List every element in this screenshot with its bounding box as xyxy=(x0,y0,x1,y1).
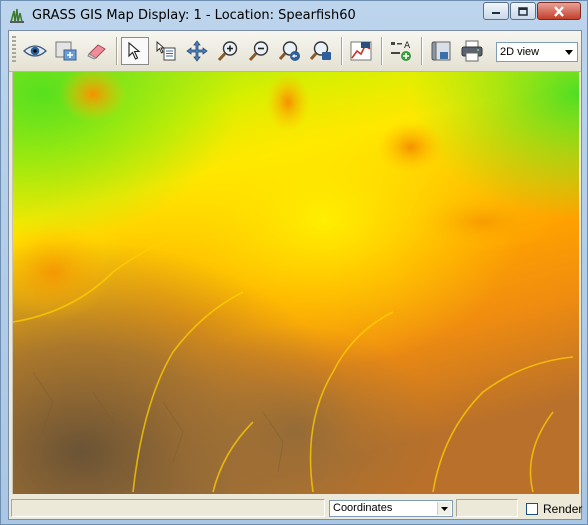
render-map-button[interactable] xyxy=(52,37,80,65)
close-button[interactable] xyxy=(537,2,581,20)
zoom-back-button[interactable] xyxy=(276,37,304,65)
zoom-menu-icon xyxy=(310,41,331,61)
elevation-raster xyxy=(13,72,579,494)
erase-button[interactable] xyxy=(83,37,111,65)
eye-icon xyxy=(23,45,47,57)
status-mode-value: Coordinates xyxy=(333,502,393,514)
query-icon xyxy=(156,41,176,61)
pan-button[interactable] xyxy=(183,37,211,65)
zoom-in-button[interactable] xyxy=(214,37,242,65)
window-title: GRASS GIS Map Display: 1 - Location: Spe… xyxy=(32,8,356,23)
pointer-button[interactable] xyxy=(121,37,149,65)
minimize-button[interactable] xyxy=(483,2,509,20)
print-icon xyxy=(461,40,483,62)
status-mode-select[interactable]: Coordinates xyxy=(329,500,453,517)
zoom-out-icon xyxy=(248,41,269,62)
zoom-in-icon xyxy=(217,41,238,62)
render-map-icon xyxy=(55,41,77,61)
pan-icon xyxy=(186,40,208,62)
print-button[interactable] xyxy=(458,37,486,65)
svg-text:A: A xyxy=(404,41,411,51)
grass-app-icon xyxy=(10,8,24,23)
maximize-icon xyxy=(518,6,528,16)
maximize-button[interactable] xyxy=(510,2,536,20)
view-mode-value: 2D view xyxy=(500,46,540,58)
status-text-field xyxy=(11,499,325,517)
query-button[interactable] xyxy=(152,37,180,65)
overlay-icon: A xyxy=(391,41,411,61)
display-map-button[interactable] xyxy=(21,37,49,65)
status-extra-field xyxy=(456,499,518,517)
view-mode-select[interactable]: 2D view xyxy=(496,42,578,62)
map-toolbar: A 2D view xyxy=(9,31,581,72)
render-label[interactable]: Render xyxy=(543,502,582,516)
pointer-icon xyxy=(128,41,141,60)
chevron-down-icon xyxy=(441,507,448,511)
overlay-button[interactable]: A xyxy=(387,37,415,65)
save-button[interactable] xyxy=(427,37,455,65)
minimize-icon xyxy=(492,12,500,14)
zoom-out-button[interactable] xyxy=(245,37,273,65)
zoom-back-icon xyxy=(279,41,300,61)
status-bar: Coordinates Render xyxy=(9,496,582,519)
map-display-window: GRASS GIS Map Display: 1 - Location: Spe… xyxy=(0,0,588,525)
zoom-menu-button[interactable] xyxy=(307,37,335,65)
analyze-icon xyxy=(350,41,372,61)
render-checkbox[interactable] xyxy=(526,503,538,515)
map-display-client: A 2D view Coordinates Render xyxy=(8,30,582,520)
eraser-icon xyxy=(87,44,106,60)
map-canvas[interactable] xyxy=(12,72,579,494)
chevron-down-icon xyxy=(565,50,573,55)
analyze-button[interactable] xyxy=(347,37,375,65)
toolbar-grip[interactable] xyxy=(12,36,16,64)
close-icon xyxy=(554,5,564,17)
title-bar[interactable]: GRASS GIS Map Display: 1 - Location: Spe… xyxy=(1,1,587,29)
save-icon xyxy=(431,41,451,61)
